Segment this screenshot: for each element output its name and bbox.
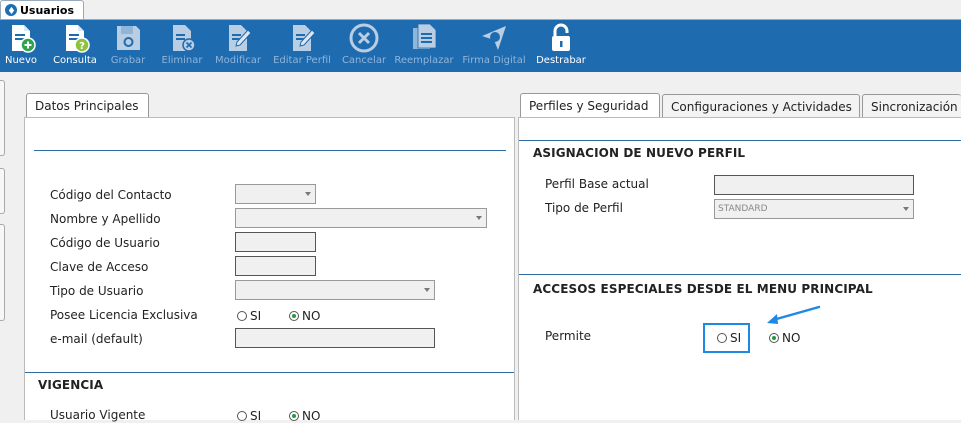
usuario-vigente-label: Usuario Vigente (50, 408, 146, 422)
codigo-usuario-input[interactable] (235, 232, 316, 252)
email-label: e-mail (default) (50, 332, 143, 346)
destrabar-button[interactable]: Destrabar (535, 20, 587, 72)
chevron-down-icon (903, 207, 909, 211)
tipo-perfil-select[interactable]: STANDARD (714, 199, 914, 219)
vigente-no-radio[interactable]: NO (289, 409, 320, 423)
grabar-button[interactable]: Grabar (108, 20, 148, 72)
chevron-down-icon (476, 216, 482, 220)
left-collapsed-panels (0, 72, 5, 419)
permite-si-radio[interactable]: SI (717, 331, 741, 345)
tipo-usuario-select[interactable] (235, 280, 435, 300)
edit-profile-icon (285, 21, 319, 55)
section-divider (25, 372, 514, 373)
codigo-usuario-label: Código de Usuario (50, 236, 160, 250)
licencia-no-radio[interactable]: NO (289, 309, 320, 323)
modificar-button[interactable]: Modificar (214, 20, 262, 72)
edit-document-icon (221, 21, 255, 55)
codigo-contacto-label: Código del Contacto (50, 188, 172, 202)
clave-acceso-label: Clave de Acceso (50, 260, 149, 274)
tab-sincronizacion[interactable]: Sincronización (862, 94, 961, 118)
cancelar-button[interactable]: Cancelar (341, 20, 387, 72)
app-logo-icon (5, 4, 17, 16)
radio-circle-selected (289, 411, 299, 421)
section-divider (34, 150, 506, 151)
perfil-base-input[interactable] (714, 175, 914, 195)
permite-no-radio[interactable]: NO (769, 331, 800, 345)
collapsed-panel-1[interactable] (0, 80, 5, 156)
chevron-down-icon (305, 192, 311, 196)
tab-datos-principales[interactable]: Datos Principales (26, 93, 149, 118)
unlock-padlock-icon (544, 21, 578, 55)
firma-digital-button[interactable]: Firma Digital (461, 20, 527, 72)
licencia-si-radio[interactable]: SI (237, 309, 261, 323)
editar-perfil-button[interactable]: Editar Perfil (270, 20, 334, 72)
window-tab-usuarios[interactable]: Usuarios (0, 0, 84, 19)
form-content: Datos Principales Código del Contacto No… (0, 72, 961, 423)
save-disk-icon (111, 21, 145, 55)
collapsed-panel-3[interactable] (0, 224, 5, 321)
radio-circle (237, 411, 247, 421)
consulta-button[interactable]: ? Consulta (52, 20, 98, 72)
radio-circle (237, 311, 247, 321)
new-document-icon (4, 21, 38, 55)
section-divider (519, 140, 961, 141)
nombre-apellido-label: Nombre y Apellido (50, 212, 161, 226)
svg-text:?: ? (79, 41, 85, 52)
email-input[interactable] (235, 328, 435, 348)
reemplazar-button[interactable]: Reemplazar (394, 20, 454, 72)
datos-principales-panel: Código del Contacto Nombre y Apellido Có… (24, 117, 515, 423)
nombre-apellido-select[interactable] (235, 208, 487, 228)
asignacion-perfil-title: ASIGNACION DE NUEVO PERFIL (533, 146, 746, 160)
annotation-arrow-icon (767, 305, 821, 324)
accesos-especiales-title: ACCESOS ESPECIALES DESDE EL MENU PRINCIP… (533, 282, 873, 296)
codigo-contacto-select[interactable] (235, 184, 316, 204)
perfiles-seguridad-panel: ASIGNACION DE NUEVO PERFIL Perfil Base a… (518, 117, 961, 420)
vigencia-title: VIGENCIA (38, 378, 104, 392)
nuevo-button[interactable]: Nuevo (3, 20, 39, 72)
tab-perfiles-seguridad[interactable]: Perfiles y Seguridad (520, 93, 660, 118)
licencia-exclusiva-label: Posee Licencia Exclusiva (50, 308, 198, 322)
radio-circle-selected (289, 311, 299, 321)
vigente-si-radio[interactable]: SI (237, 409, 261, 423)
replace-documents-icon (407, 21, 441, 55)
section-divider (519, 274, 961, 275)
permite-label: Permite (545, 329, 592, 343)
delete-document-icon (165, 21, 199, 55)
radio-circle (717, 333, 727, 343)
query-document-icon: ? (58, 21, 92, 55)
tipo-perfil-label: Tipo de Perfil (545, 201, 623, 215)
radio-circle-selected (769, 333, 779, 343)
main-toolbar: Nuevo ? Consulta Grabar Eliminar Modific… (0, 20, 961, 72)
chevron-down-icon (424, 288, 430, 292)
tipo-usuario-label: Tipo de Usuario (50, 284, 144, 298)
clave-acceso-input[interactable] (235, 256, 316, 276)
perfil-base-label: Perfil Base actual (545, 177, 649, 191)
cancel-circle-icon (347, 21, 381, 55)
eliminar-button[interactable]: Eliminar (160, 20, 204, 72)
collapsed-panel-2[interactable] (0, 168, 5, 214)
window-tab-label: Usuarios (20, 3, 75, 17)
digital-signature-icon (477, 21, 511, 55)
tab-configuraciones-actividades[interactable]: Configuraciones y Actividades (662, 94, 860, 118)
